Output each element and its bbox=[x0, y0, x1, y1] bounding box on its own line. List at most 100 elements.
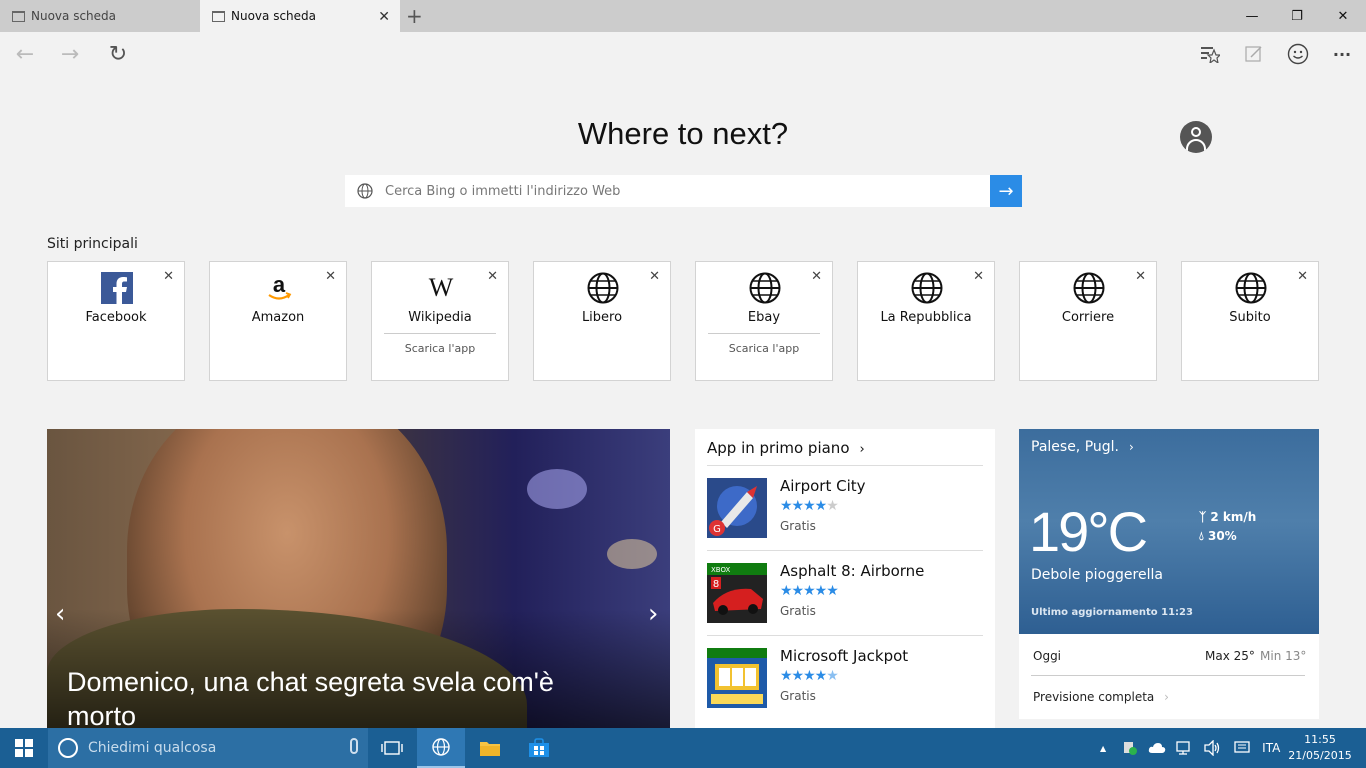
app-row-asphalt-8[interactable]: XBOX 8 Asphalt 8: Airborne ★★★★★ Gratis bbox=[707, 550, 983, 635]
featured-apps-title[interactable]: App in primo piano › bbox=[707, 439, 865, 457]
browser-globe-icon bbox=[432, 738, 450, 756]
tab-nuova-scheda-1[interactable]: Nuova scheda bbox=[0, 0, 200, 32]
top-site-tile-subito[interactable]: ✕ Subito bbox=[1181, 261, 1319, 381]
carousel-next-button[interactable]: › bbox=[648, 599, 658, 629]
remove-tile-icon[interactable]: ✕ bbox=[1297, 269, 1308, 284]
full-forecast-link[interactable]: Previsione completa › bbox=[1033, 690, 1169, 704]
taskbar-edge-button[interactable] bbox=[417, 728, 465, 768]
forecast-today-label: Oggi bbox=[1033, 649, 1062, 663]
page-title: Where to next? bbox=[577, 116, 789, 151]
globe-icon bbox=[911, 272, 943, 304]
svg-text:W: W bbox=[429, 273, 454, 302]
task-view-button[interactable] bbox=[368, 728, 416, 768]
search-input[interactable] bbox=[385, 183, 975, 199]
start-button[interactable] bbox=[0, 728, 48, 768]
globe-icon bbox=[749, 272, 781, 304]
cortana-placeholder: Chiedimi qualcosa bbox=[88, 740, 217, 756]
weather-location-label: Palese, Pugl. bbox=[1031, 439, 1119, 455]
wind-icon: ᛉ bbox=[1199, 510, 1211, 524]
new-tab-button[interactable]: + bbox=[406, 4, 423, 28]
news-headline[interactable]: Domenico, una chat segreta svela com'è m… bbox=[67, 665, 627, 729]
tile-divider bbox=[384, 333, 496, 334]
input-language[interactable]: ITA bbox=[1262, 741, 1280, 755]
svg-text:8: 8 bbox=[713, 579, 719, 590]
top-site-tile-wikipedia[interactable]: ✕ W Wikipedia Scarica l'app bbox=[371, 261, 509, 381]
app-row-microsoft-jackpot[interactable]: Microsoft Jackpot ★★★★★ Gratis bbox=[707, 635, 983, 720]
volume-icon[interactable] bbox=[1204, 740, 1222, 756]
close-tab-icon[interactable]: ✕ bbox=[378, 9, 390, 25]
weather-humidity: 💧︎ 30% bbox=[1199, 529, 1237, 544]
app-row-airport-city[interactable]: G Airport City ★★★★★ Gratis bbox=[707, 465, 983, 550]
remove-tile-icon[interactable]: ✕ bbox=[163, 269, 174, 284]
rating-stars: ★★★★★ bbox=[780, 583, 839, 599]
back-button[interactable]: ← bbox=[10, 40, 40, 68]
remove-tile-icon[interactable]: ✕ bbox=[1135, 269, 1146, 284]
globe-icon bbox=[1073, 272, 1105, 304]
defender-shield-icon[interactable] bbox=[1122, 740, 1138, 756]
weather-card[interactable]: Palese, Pugl. › 19°C ᛉ 2 km/h 💧︎ 30% Debo… bbox=[1019, 429, 1319, 719]
tile-site-name: Corriere bbox=[1061, 310, 1115, 325]
droplet-icon: 💧︎ bbox=[1199, 529, 1208, 543]
tab-bar: Nuova scheda Nuova scheda ✕ + — ❐ ✕ bbox=[0, 0, 1366, 32]
maximize-button[interactable]: ❐ bbox=[1274, 0, 1320, 32]
search-box[interactable] bbox=[345, 175, 990, 207]
featured-apps-label: App in primo piano bbox=[707, 439, 850, 457]
chevron-right-icon: › bbox=[859, 442, 865, 457]
tile-site-name: Libero bbox=[581, 310, 623, 325]
top-site-tile-corriere[interactable]: ✕ Corriere bbox=[1019, 261, 1157, 381]
taskbar-file-explorer-button[interactable] bbox=[466, 728, 514, 768]
avatar-body-icon bbox=[1186, 139, 1206, 153]
more-actions-button[interactable]: ··· bbox=[1327, 40, 1357, 68]
forecast-min: Min 13° bbox=[1260, 649, 1307, 663]
pen-note-icon bbox=[1245, 46, 1262, 62]
get-app-link[interactable]: Scarica l'app bbox=[696, 342, 832, 355]
cortana-icon bbox=[58, 738, 78, 758]
favorites-hub-button[interactable] bbox=[1195, 40, 1225, 68]
tab-nuova-scheda-2[interactable]: Nuova scheda ✕ bbox=[200, 0, 400, 32]
remove-tile-icon[interactable]: ✕ bbox=[649, 269, 660, 284]
store-bag-icon bbox=[529, 738, 549, 757]
remove-tile-icon[interactable]: ✕ bbox=[973, 269, 984, 284]
refresh-button[interactable]: ↻ bbox=[103, 40, 133, 68]
remove-tile-icon[interactable]: ✕ bbox=[811, 269, 822, 284]
weather-updated: Ultimo aggiornamento 11:23 bbox=[1031, 607, 1193, 618]
news-carousel[interactable]: ‹ › Domenico, una chat segreta svela com… bbox=[47, 429, 670, 729]
weather-wind: ᛉ 2 km/h bbox=[1199, 510, 1256, 524]
remove-tile-icon[interactable]: ✕ bbox=[487, 269, 498, 284]
top-site-tile-amazon[interactable]: ✕ a Amazon bbox=[209, 261, 347, 381]
weather-location[interactable]: Palese, Pugl. › bbox=[1031, 439, 1134, 455]
action-center-icon[interactable] bbox=[1234, 741, 1250, 755]
carousel-prev-button[interactable]: ‹ bbox=[55, 599, 65, 629]
search-go-button[interactable]: → bbox=[990, 175, 1022, 207]
minimize-button[interactable]: — bbox=[1229, 0, 1275, 32]
system-tray: ▲ ITA bbox=[1100, 728, 1280, 768]
svg-text:a: a bbox=[273, 272, 286, 297]
taskbar-store-button[interactable] bbox=[515, 728, 563, 768]
rating-stars: ★★★★★ bbox=[780, 668, 839, 684]
user-avatar[interactable] bbox=[1180, 121, 1212, 153]
onedrive-cloud-icon[interactable] bbox=[1148, 742, 1166, 754]
top-site-tile-ebay[interactable]: ✕ Ebay Scarica l'app bbox=[695, 261, 833, 381]
system-clock[interactable]: 11:55 21/05/2015 bbox=[1282, 732, 1358, 764]
top-site-tile-libero[interactable]: ✕ Libero bbox=[533, 261, 671, 381]
app-name: Airport City bbox=[780, 477, 866, 495]
task-view-icon bbox=[381, 741, 403, 755]
microphone-icon[interactable] bbox=[350, 738, 358, 754]
folder-icon bbox=[480, 742, 500, 756]
tile-divider bbox=[708, 333, 820, 334]
feedback-button[interactable] bbox=[1283, 40, 1313, 68]
close-window-button[interactable]: ✕ bbox=[1320, 0, 1366, 32]
weather-description: Debole pioggerella bbox=[1031, 567, 1163, 583]
top-site-tile-la-repubblica[interactable]: ✕ La Repubblica bbox=[857, 261, 995, 381]
remove-tile-icon[interactable]: ✕ bbox=[325, 269, 336, 284]
web-note-button[interactable] bbox=[1239, 40, 1269, 68]
show-hidden-icons-button[interactable]: ▲ bbox=[1100, 744, 1106, 753]
cortana-search-box[interactable]: Chiedimi qualcosa bbox=[48, 728, 368, 768]
top-site-tile-facebook[interactable]: ✕ Facebook bbox=[47, 261, 185, 381]
chevron-right-icon: › bbox=[1129, 440, 1134, 454]
globe-icon bbox=[1235, 272, 1267, 304]
network-icon[interactable] bbox=[1176, 740, 1194, 756]
forward-button[interactable]: → bbox=[55, 40, 85, 68]
svg-text:G: G bbox=[713, 524, 721, 535]
get-app-link[interactable]: Scarica l'app bbox=[372, 342, 508, 355]
